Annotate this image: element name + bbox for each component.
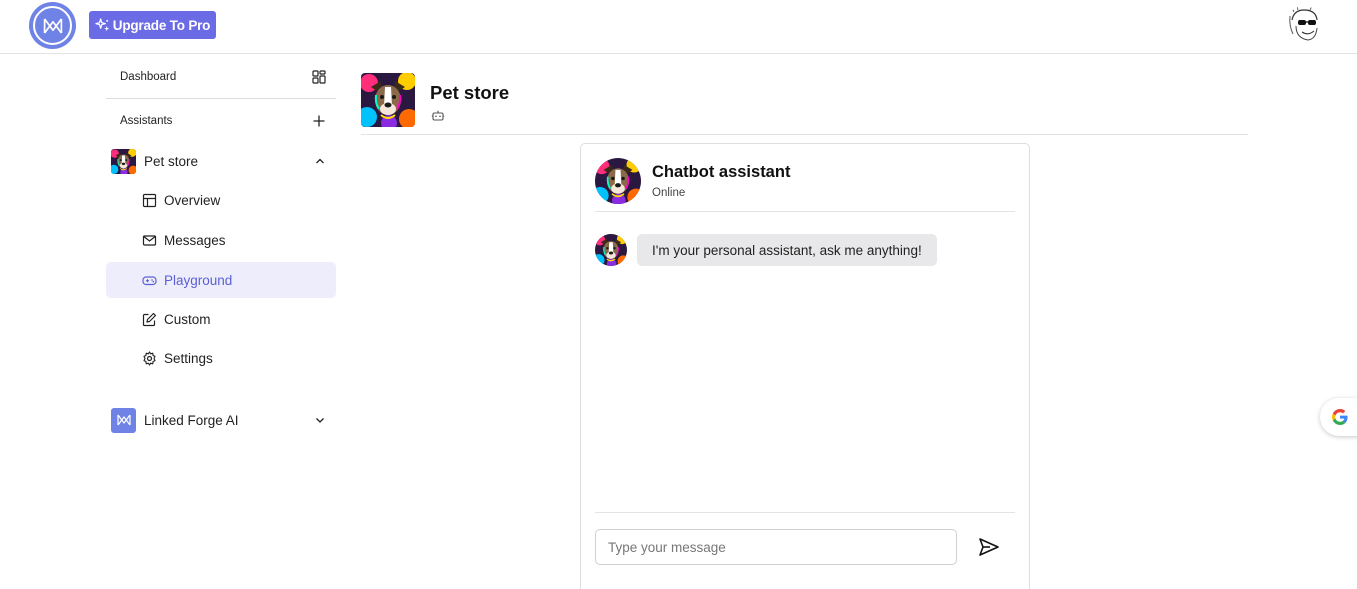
bot-icon [431, 109, 445, 127]
pet-store-label: Pet store [144, 153, 199, 169]
upgrade-to-pro-button[interactable]: Upgrade To Pro [89, 11, 216, 39]
chat-panel: Chatbot assistant Online I'm your person… [580, 143, 1030, 589]
add-assistant-button[interactable] [312, 114, 326, 128]
sidebar-item-messages[interactable]: Messages [106, 222, 336, 258]
dashboard-label: Dashboard [120, 70, 177, 83]
user-sketch-icon [1286, 6, 1322, 42]
upgrade-label: Upgrade To Pro [112, 17, 211, 33]
sidebar-item-custom[interactable]: Custom [106, 301, 336, 337]
playground-label: Playground [164, 272, 233, 288]
message-bubble: I'm your personal assistant, ask me anyt… [637, 234, 937, 266]
top-bar: Upgrade To Pro [0, 0, 1357, 54]
edit-icon [142, 312, 157, 327]
custom-label: Custom [164, 311, 211, 327]
send-button[interactable] [976, 535, 1002, 559]
messages-label: Messages [164, 232, 226, 248]
chatbot-status: Online [652, 187, 686, 199]
forge-logo-icon [39, 12, 67, 40]
gamepad-icon [142, 276, 157, 286]
settings-label: Settings [164, 350, 213, 366]
assistants-label: Assistants [120, 115, 173, 127]
message-avatar [595, 234, 627, 266]
message-input[interactable] [595, 529, 957, 565]
page-title: Pet store [430, 82, 510, 103]
sidebar-item-playground[interactable]: Playground [106, 262, 336, 298]
layout-icon [142, 193, 157, 208]
sidebar-item-dashboard[interactable]: Dashboard [106, 55, 336, 99]
sidebar-item-pet-store[interactable]: Pet store [106, 143, 336, 179]
sidebar-item-overview[interactable]: Overview [106, 182, 336, 218]
gear-icon [143, 351, 156, 366]
chatbot-avatar [595, 158, 641, 204]
user-avatar[interactable] [1286, 6, 1322, 42]
plus-icon [313, 115, 325, 127]
chat-composer [595, 512, 1015, 572]
google-widget-button[interactable] [1320, 398, 1357, 436]
sparkles-icon [95, 17, 110, 31]
linked-forge-avatar [111, 407, 136, 433]
sidebar-item-assistants: Assistants [106, 100, 336, 142]
google-icon [1332, 409, 1348, 425]
grid-icon [312, 69, 326, 84]
chatbot-title: Chatbot assistant [652, 163, 791, 181]
mail-icon [142, 235, 157, 246]
chat-header: Chatbot assistant Online [595, 158, 1015, 212]
app-logo[interactable] [29, 2, 76, 49]
assistant-avatar [361, 73, 415, 127]
assistant-header: Pet store [361, 73, 1248, 135]
chevron-down-icon[interactable] [314, 414, 326, 426]
chat-message: I'm your personal assistant, ask me anyt… [595, 234, 937, 266]
sidebar-item-linked-forge[interactable]: Linked Forge AI [106, 402, 336, 438]
overview-label: Overview [164, 192, 221, 208]
linked-forge-label: Linked Forge AI [144, 412, 239, 428]
send-icon [979, 538, 999, 556]
pet-store-avatar [111, 149, 136, 174]
chevron-up-icon[interactable] [314, 155, 326, 167]
sidebar-item-settings[interactable]: Settings [106, 340, 336, 376]
